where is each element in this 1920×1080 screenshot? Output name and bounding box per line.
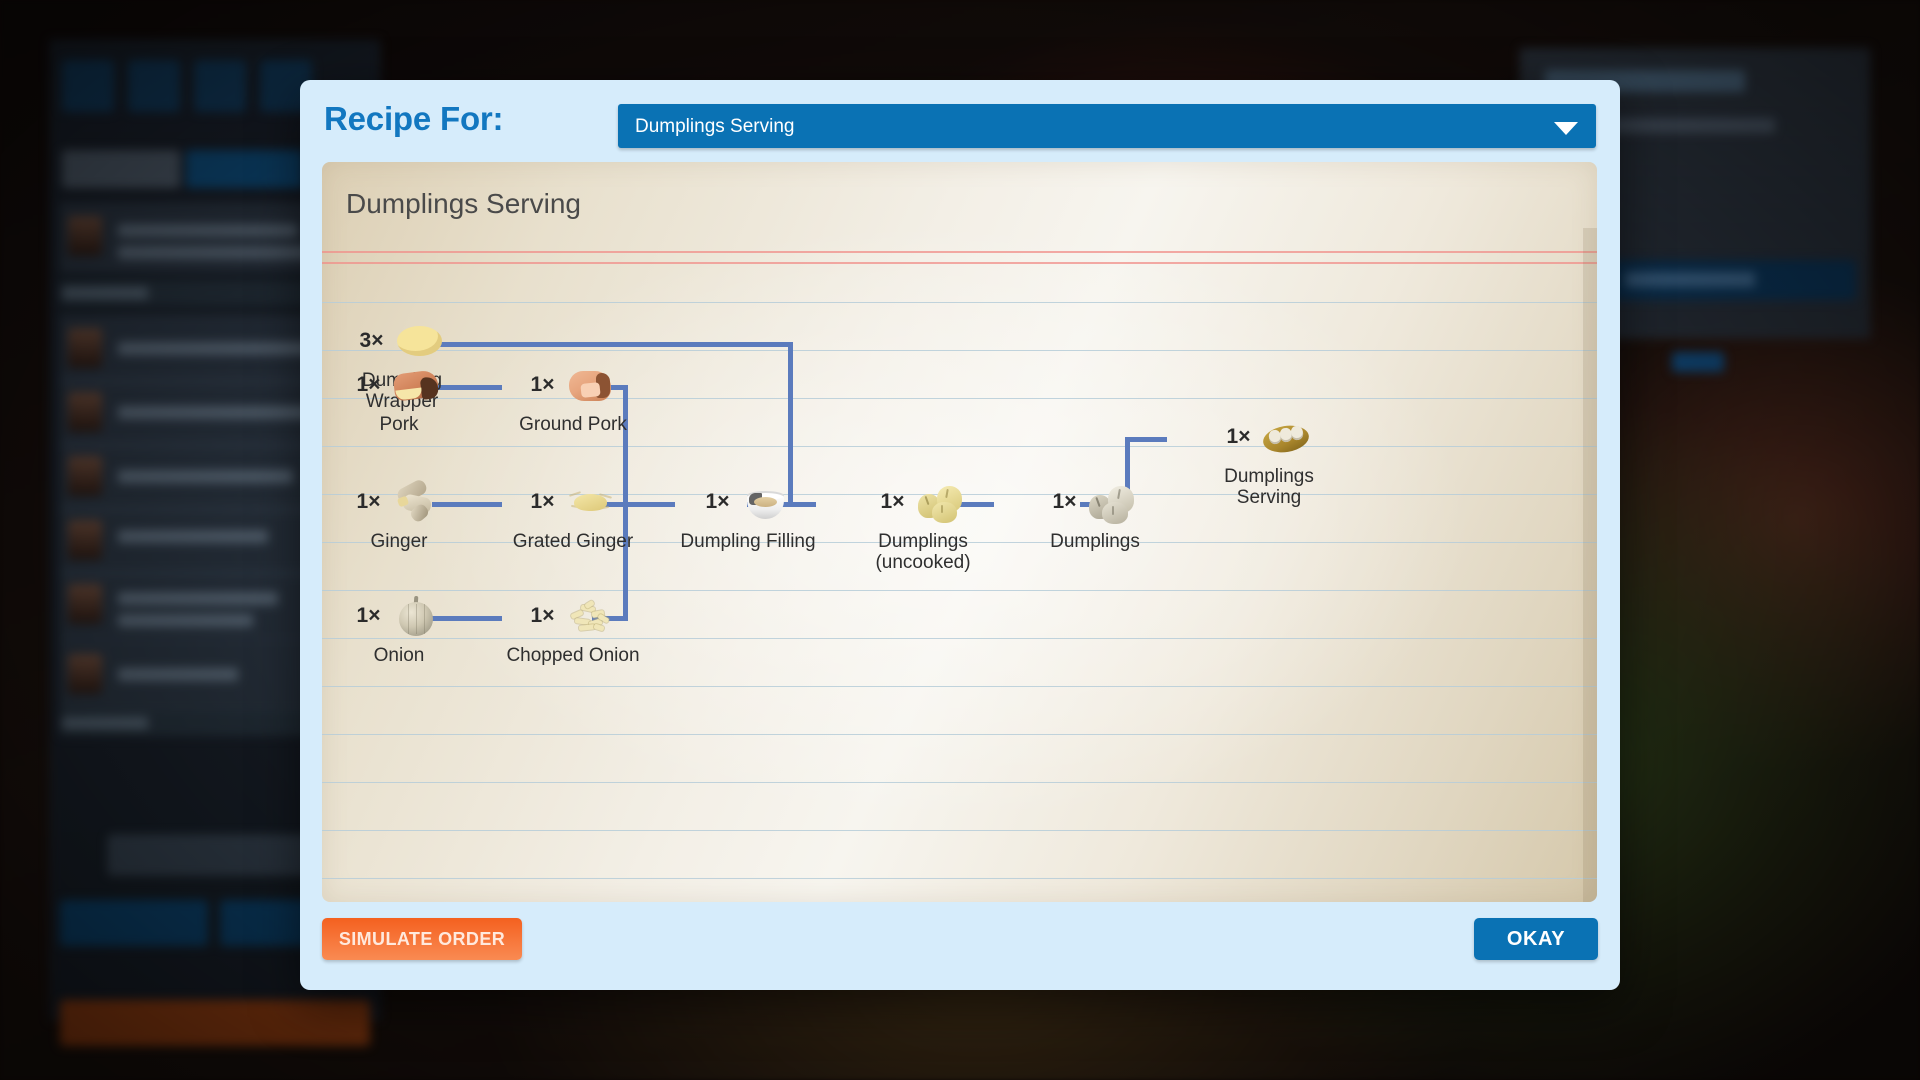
node-label: Onion	[373, 645, 425, 666]
ground-pork-icon	[565, 361, 615, 409]
dumplings-uncooked-icon	[915, 478, 965, 526]
chevron-down-icon	[1554, 122, 1578, 135]
node-row: 1×	[322, 358, 484, 412]
node-quantity: 1×	[530, 604, 555, 627]
recipe-dialog: Recipe For: Dumplings Serving Dumplings …	[300, 80, 1620, 990]
recipe-paper: Dumplings Serving 3× Wrapper 1× Pork 1× …	[322, 162, 1597, 902]
node-label: Ginger	[370, 531, 428, 552]
node-quantity: 1×	[530, 490, 555, 513]
node-row: 1×	[322, 475, 484, 529]
grated-ginger-icon	[565, 478, 615, 526]
dumpling-filling-icon	[740, 478, 790, 526]
node-row: 1×	[838, 475, 1008, 529]
simulate-order-label: SIMULATE ORDER	[338, 928, 506, 949]
recipe-node-pork[interactable]: 1× Pork	[322, 358, 484, 435]
recipe-node-chopped-onion[interactable]: 1× Chopped Onion	[488, 589, 658, 666]
recipe-node-onion[interactable]: 1× Onion	[322, 589, 484, 666]
dumplings-icon	[1087, 478, 1137, 526]
node-label: Pork	[379, 414, 419, 435]
node-row: 1×	[1184, 410, 1354, 464]
node-quantity: 1×	[1226, 425, 1251, 448]
recipe-node-dumplings-serving[interactable]: 1× Dumplings Serving	[1184, 410, 1354, 509]
node-label: Grated Ginger	[512, 531, 634, 552]
recipe-node-grated-ginger[interactable]: 1× Grated Ginger	[488, 475, 658, 552]
node-row: 1×	[488, 358, 658, 412]
node-quantity: 1×	[356, 373, 381, 396]
page-title: Recipe For:	[324, 100, 504, 137]
node-row: 1×	[488, 589, 658, 643]
node-quantity: 1×	[356, 604, 381, 627]
node-label: Chopped Onion	[506, 645, 640, 666]
dumplings-serving-icon	[1261, 413, 1312, 461]
node-quantity: 1×	[356, 490, 381, 513]
recipe-tree: 3× Dumpling Wrapper 1× Pork	[322, 162, 1597, 902]
chopped-onion-icon	[565, 592, 615, 640]
node-quantity: 1×	[1052, 490, 1077, 513]
ginger-icon	[391, 477, 441, 526]
node-quantity: 1×	[530, 373, 555, 396]
node-quantity: 1×	[705, 490, 730, 513]
node-row: 1×	[663, 475, 833, 529]
node-row: 1×	[322, 589, 484, 643]
recipe-node-dumpling-filling[interactable]: 1× Dumpling Filling	[663, 475, 833, 552]
dialog-header: Recipe For: Dumplings Serving	[300, 80, 1620, 158]
recipe-node-ground-pork[interactable]: 1× Ground Pork	[488, 358, 658, 435]
recipe-node-ginger[interactable]: 1× Ginger	[322, 475, 484, 552]
node-row: 1×	[1010, 475, 1180, 529]
pork-icon	[391, 361, 441, 409]
okay-label: OKAY	[1506, 927, 1566, 950]
node-label: Dumpling Filling	[680, 531, 816, 552]
recipe-select-value: Dumplings Serving	[635, 116, 795, 137]
recipe-select-dropdown[interactable]: Dumplings Serving	[618, 104, 1596, 148]
connector-step-to-serving	[1125, 437, 1167, 442]
recipe-node-dumplings-uncooked[interactable]: 1× Dumplings (uncooked)	[838, 475, 1008, 574]
node-quantity: 3×	[359, 329, 384, 352]
node-row: 1×	[488, 475, 658, 529]
node-label: Dumplings Serving	[1224, 466, 1314, 509]
node-label: Dumplings	[1050, 531, 1140, 552]
node-label: Ground Pork	[519, 414, 627, 435]
connector-wrapper-to-bus	[436, 342, 793, 347]
okay-button[interactable]: OKAY	[1474, 918, 1598, 960]
node-quantity: 1×	[880, 490, 905, 513]
onion-icon	[391, 592, 441, 640]
node-label: Dumplings (uncooked)	[875, 531, 971, 574]
simulate-order-button[interactable]: SIMULATE ORDER	[322, 918, 522, 960]
recipe-node-dumplings[interactable]: 1× Dumplings	[1010, 475, 1180, 552]
